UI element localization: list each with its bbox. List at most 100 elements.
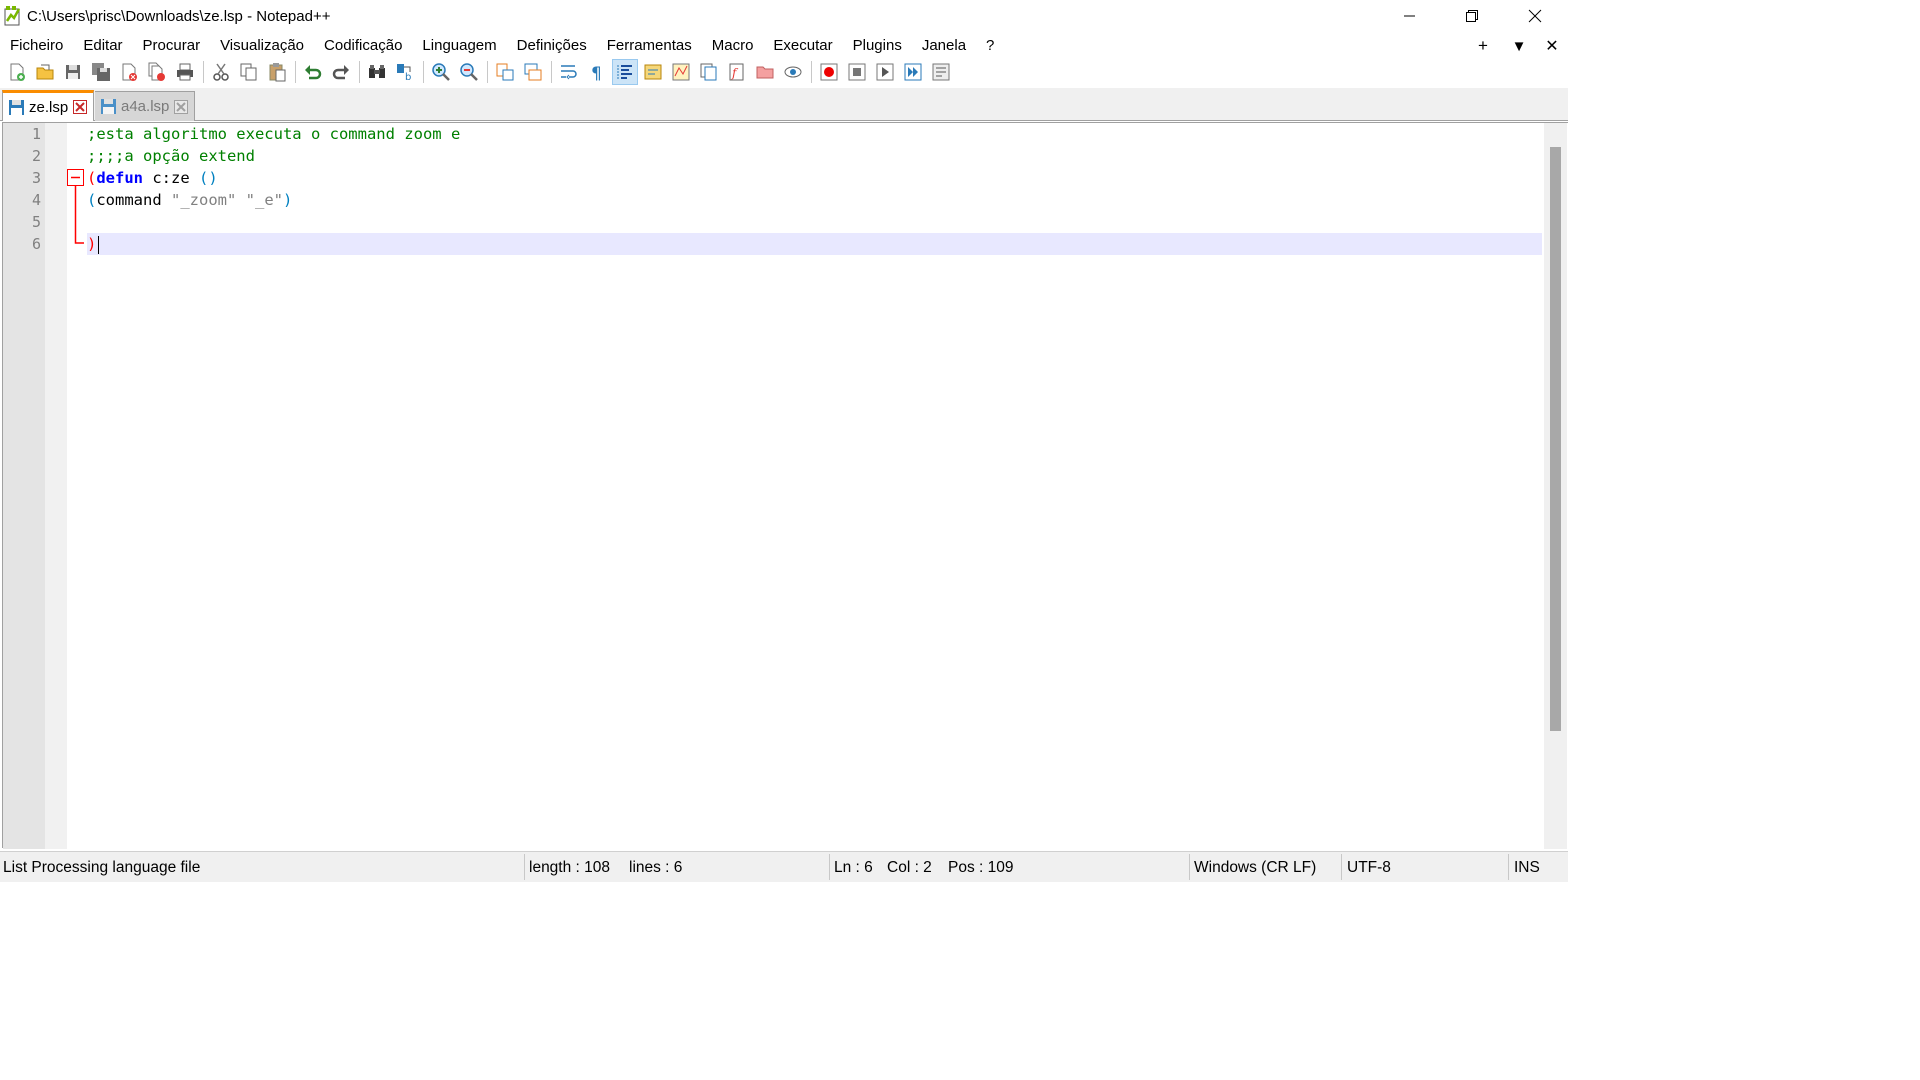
folder-workspace-icon [756, 66, 774, 79]
code-text-area[interactable]: ;esta algoritmo executa o command zoom e… [87, 123, 1543, 849]
undo-button[interactable] [300, 59, 326, 85]
paren: ) [283, 191, 293, 209]
menu-ferramentas[interactable]: Ferramentas [597, 34, 702, 58]
play-macro-button[interactable] [872, 59, 898, 85]
toolbar-separator [203, 61, 205, 83]
toolbar-separator [811, 61, 813, 83]
document-list-button[interactable] [696, 59, 722, 85]
sync-vertical-scroll-button[interactable] [492, 59, 518, 85]
line-number: 2 [31, 147, 41, 165]
code-line-1: ;esta algoritmo executa o command zoom e [87, 123, 460, 145]
sync-vertical-icon [496, 63, 514, 81]
menu-help[interactable]: ? [976, 34, 1004, 58]
redo-button[interactable] [328, 59, 354, 85]
menu-janela[interactable]: Janela [912, 34, 976, 58]
open-file-button[interactable] [32, 59, 58, 85]
save-macro-button[interactable] [928, 59, 954, 85]
status-insert-mode[interactable]: INS [1514, 852, 1540, 883]
replace-button[interactable]: b [392, 59, 418, 85]
tab-close-button[interactable] [174, 99, 189, 114]
menu-macro[interactable]: Macro [702, 34, 764, 58]
save-all-button[interactable] [88, 59, 114, 85]
status-divider [1508, 854, 1509, 880]
restore-button[interactable] [1441, 0, 1503, 32]
string: "_zoom" [171, 191, 237, 209]
word-wrap-button[interactable] [556, 59, 582, 85]
code-editor[interactable]: 1 2 3 4 5 6 ;esta algoritmo executa o co… [2, 122, 1568, 849]
string: "_e" [245, 191, 283, 209]
close-window-button[interactable] [1504, 0, 1566, 32]
folder-as-workspace-button[interactable] [752, 59, 778, 85]
show-all-characters-button[interactable]: ¶ [584, 59, 610, 85]
status-divider [829, 854, 830, 880]
indent-guide-icon [617, 65, 632, 79]
paste-button[interactable] [264, 59, 290, 85]
monitoring-button[interactable] [780, 59, 806, 85]
menu-ficheiro[interactable]: Ficheiro [0, 34, 73, 58]
menu-definicoes[interactable]: Definições [507, 34, 597, 58]
fold-marker-icon[interactable] [66, 168, 86, 250]
new-file-button[interactable] [4, 59, 30, 85]
minimize-icon [1404, 15, 1415, 17]
play-macro-icon [876, 63, 894, 81]
text-caret [98, 236, 99, 254]
close-file-icon [122, 63, 137, 81]
identifier: command [96, 191, 171, 209]
menu-editar[interactable]: Editar [73, 34, 132, 58]
close-all-button[interactable] [144, 59, 170, 85]
record-macro-button[interactable] [816, 59, 842, 85]
find-button[interactable] [364, 59, 390, 85]
svg-text:b: b [405, 72, 411, 82]
zoom-in-icon [432, 63, 450, 81]
tab-label: ze.lsp [29, 98, 69, 116]
run-macro-multiple-button[interactable] [900, 59, 926, 85]
save-button[interactable] [60, 59, 86, 85]
tab-list-dropdown-button[interactable]: ▼ [1504, 34, 1534, 58]
code-line-3: (defun c:ze () [87, 167, 218, 189]
tab-bar: ze.lsp a4a.lsp [0, 88, 1568, 121]
close-document-button[interactable]: ✕ [1537, 34, 1567, 58]
window-title: C:\Users\prisc\Downloads\ze.lsp - Notepa… [27, 8, 331, 25]
toolbar-separator [551, 61, 553, 83]
menu-procurar[interactable]: Procurar [133, 34, 211, 58]
toolbar-separator [487, 61, 489, 83]
code-line-6: ) [87, 233, 96, 255]
menu-executar[interactable]: Executar [763, 34, 842, 58]
find-icon [369, 65, 385, 78]
tab-a4a-lsp[interactable]: a4a.lsp [95, 91, 195, 121]
line-number: 5 [31, 213, 41, 231]
zoom-out-button[interactable] [456, 59, 482, 85]
vertical-scrollbar[interactable] [1544, 123, 1567, 849]
copy-button[interactable] [236, 59, 262, 85]
menu-codificacao[interactable]: Codificação [314, 34, 412, 58]
user-defined-language-button[interactable] [640, 59, 666, 85]
document-map-button[interactable] [668, 59, 694, 85]
function-list-button[interactable]: f [724, 59, 750, 85]
tab-close-button[interactable] [73, 100, 88, 114]
stop-macro-button[interactable] [844, 59, 870, 85]
close-icon [174, 99, 189, 114]
indent-guide-button[interactable] [612, 59, 638, 85]
status-divider [1341, 854, 1342, 880]
line-number-gutter: 1 2 3 4 5 6 [3, 123, 45, 849]
comment: ;;;;a opção extend [87, 147, 255, 165]
scrollbar-thumb[interactable] [1550, 147, 1561, 731]
menu-visualizacao[interactable]: Visualização [210, 34, 314, 58]
zoom-in-button[interactable] [428, 59, 454, 85]
close-file-button[interactable] [116, 59, 142, 85]
minimize-button[interactable] [1379, 0, 1441, 32]
status-bar: List Processing language file length : 1… [0, 851, 1568, 882]
sync-horizontal-icon [524, 63, 542, 81]
tab-ze-lsp[interactable]: ze.lsp [2, 90, 94, 121]
cut-button[interactable] [208, 59, 234, 85]
stop-macro-icon [848, 63, 866, 81]
status-encoding[interactable]: UTF-8 [1347, 852, 1391, 883]
sync-horizontal-scroll-button[interactable] [520, 59, 546, 85]
tab-label: a4a.lsp [121, 98, 170, 115]
menu-plugins[interactable]: Plugins [843, 34, 912, 58]
status-eol[interactable]: Windows (CR LF) [1194, 852, 1316, 883]
menu-linguagem[interactable]: Linguagem [412, 34, 506, 58]
print-button[interactable] [172, 59, 198, 85]
cut-icon [213, 63, 229, 81]
new-tab-button[interactable]: + [1468, 34, 1498, 58]
